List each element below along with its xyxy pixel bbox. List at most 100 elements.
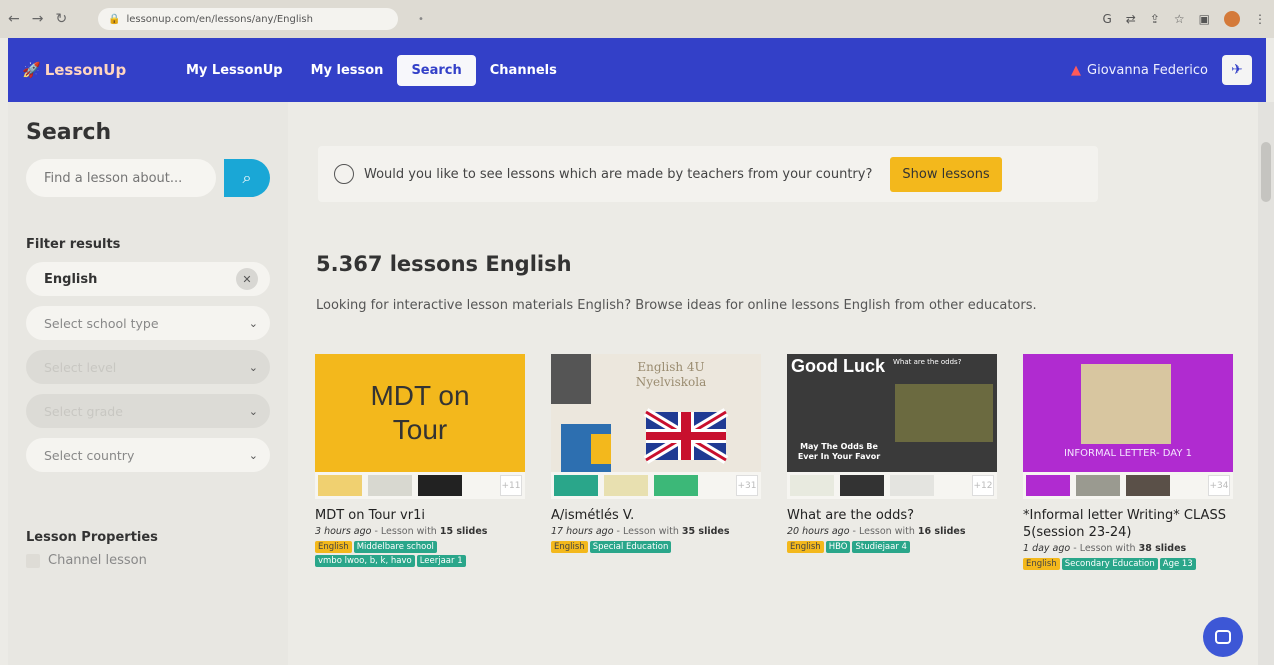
browser-actions: G ⇄ ⇪ ☆ ▣ ⋮: [1102, 11, 1266, 27]
thumbnail-text: Good Luck: [791, 356, 885, 376]
app-navbar: 🚀 LessonUp My LessonUp My lesson Search …: [8, 38, 1266, 102]
address-bar[interactable]: 🔒 lessonup.com/en/lessons/any/English: [98, 8, 398, 30]
more-slides-count: +31: [736, 475, 758, 496]
lesson-thumbnail[interactable]: Good Luck What are the odds? May The Odd…: [787, 354, 997, 472]
slide-preview: [604, 475, 648, 496]
url-text: lessonup.com/en/lessons/any/English: [126, 13, 313, 25]
tag[interactable]: HBO: [825, 541, 851, 553]
channel-lesson-checkbox[interactable]: [26, 553, 40, 568]
country-select[interactable]: Select country ⌄: [26, 438, 270, 472]
tag[interactable]: English: [787, 541, 824, 553]
nav-my-lessonup[interactable]: My LessonUp: [172, 55, 297, 86]
tag[interactable]: Studiejaar 4: [852, 541, 910, 553]
translate-icon[interactable]: ⇄: [1126, 12, 1136, 26]
chat-support-button[interactable]: [1203, 617, 1243, 657]
menu-kebab-icon[interactable]: ⋮: [1254, 12, 1266, 26]
slide-preview: [654, 475, 698, 496]
logo[interactable]: 🚀 LessonUp: [22, 61, 172, 79]
chevron-down-icon: ⌄: [248, 316, 258, 330]
lesson-card[interactable]: English 4U Nyelviskola +31 A/ismétlés V.…: [551, 354, 761, 570]
sidepanel-icon[interactable]: ▣: [1199, 12, 1210, 26]
lesson-time: 17 hours ago: [551, 526, 614, 537]
school-type-select[interactable]: Select school type ⌄: [26, 306, 270, 340]
tag[interactable]: Special Education: [589, 541, 672, 553]
lesson-title[interactable]: MDT on Tour vr1i: [315, 507, 525, 524]
lesson-meta-sep: - Lesson with: [371, 526, 440, 537]
lesson-card[interactable]: MDT on Tour +11 MDT on Tour vr1i 3 hours…: [315, 354, 525, 570]
lesson-slides: 38 slides: [1138, 543, 1187, 554]
slide-preview: [554, 475, 598, 496]
lesson-meta-sep: - Lesson with: [613, 526, 682, 537]
search-row: ⌕: [26, 159, 270, 197]
nav-channels[interactable]: Channels: [476, 55, 571, 86]
profile-avatar[interactable]: [1224, 11, 1240, 27]
channel-lesson-option[interactable]: Channel lesson: [26, 553, 270, 568]
show-lessons-button[interactable]: Show lessons: [890, 156, 1002, 192]
user-menu[interactable]: ▲ Giovanna Federico: [1071, 63, 1208, 78]
remove-filter-icon[interactable]: ✕: [236, 268, 258, 290]
search-button[interactable]: ⌕: [224, 159, 270, 197]
lesson-tags: English HBO Studiejaar 4: [787, 541, 997, 553]
nav-my-lesson[interactable]: My lesson: [297, 55, 398, 86]
lesson-tags: English Special Education: [551, 541, 761, 553]
lesson-meta: 20 hours ago - Lesson with 16 slides: [787, 526, 997, 537]
results-title: 5.367 lessons English: [316, 252, 572, 276]
lesson-thumbnail[interactable]: MDT on Tour: [315, 354, 525, 472]
tag[interactable]: English: [315, 541, 352, 553]
rocket-button[interactable]: ✈: [1222, 55, 1252, 85]
reload-icon[interactable]: ↻: [55, 11, 67, 27]
slide-strip: +12: [787, 472, 997, 499]
thumbnail-text: INFORMAL LETTER- DAY 1: [1063, 448, 1193, 459]
back-icon[interactable]: ←: [8, 11, 20, 27]
nav-search[interactable]: Search: [397, 54, 476, 86]
tag[interactable]: Middelbare school: [353, 541, 437, 553]
search-input[interactable]: [26, 159, 216, 197]
tag[interactable]: Secondary Education: [1061, 558, 1158, 570]
level-label: Select level: [44, 359, 117, 375]
lesson-card[interactable]: Good Luck What are the odds? May The Odd…: [787, 354, 997, 570]
tag[interactable]: Age 13: [1159, 558, 1196, 570]
tag[interactable]: English: [1023, 558, 1060, 570]
school-type-label: Select school type: [44, 315, 159, 331]
lesson-title[interactable]: What are the odds?: [787, 507, 997, 524]
lesson-properties-title: Lesson Properties: [26, 530, 158, 545]
lesson-meta: 3 hours ago - Lesson with 15 slides: [315, 526, 525, 537]
selected-filter-label: English: [44, 271, 98, 287]
bookmark-star-icon[interactable]: ☆: [1174, 12, 1185, 26]
lesson-meta: 1 day ago - Lesson with 38 slides: [1023, 543, 1233, 554]
tag[interactable]: Leerjaar 1: [416, 555, 466, 567]
tag[interactable]: English: [551, 541, 588, 553]
lesson-card[interactable]: INFORMAL LETTER- DAY 1 +34 *Informal let…: [1023, 354, 1233, 570]
grade-label: Select grade: [44, 403, 123, 419]
lesson-title[interactable]: *Informal letter Writing* CLASS 5(sessio…: [1023, 507, 1233, 541]
logo-text: LessonUp: [44, 61, 127, 79]
scrollbar-thumb[interactable]: [1261, 142, 1271, 202]
slide-preview: [890, 475, 934, 496]
slide-preview: [418, 475, 462, 496]
warning-icon: ▲: [1071, 62, 1082, 78]
slide-preview: [318, 475, 362, 496]
meme-photo: [895, 384, 993, 442]
tag[interactable]: vmbo lwoo, b, k, havo: [315, 555, 415, 567]
search-sidebar: Search ⌕ Filter results English ✕ Select…: [8, 102, 288, 665]
rocket-icon: ✈: [1231, 62, 1243, 78]
lesson-thumbnail[interactable]: INFORMAL LETTER- DAY 1: [1023, 354, 1233, 472]
slide-preview: [790, 475, 834, 496]
tab-indicator: •: [418, 13, 424, 25]
rocket-logo-icon: 🚀: [22, 61, 41, 79]
forward-icon[interactable]: →: [32, 11, 44, 27]
more-slides-count: +12: [972, 475, 994, 496]
google-icon[interactable]: G: [1102, 12, 1111, 26]
page-scrollbar[interactable]: [1258, 102, 1274, 665]
letter-paper-illustration: [1081, 364, 1171, 444]
thumbnail-caption: May The Odds Be Ever In Your Favor: [797, 442, 881, 461]
lesson-thumbnail[interactable]: English 4U Nyelviskola: [551, 354, 761, 472]
lesson-title[interactable]: A/ismétlés V.: [551, 507, 761, 524]
selected-filter-english[interactable]: English ✕: [26, 262, 270, 296]
lesson-cards: MDT on Tour +11 MDT on Tour vr1i 3 hours…: [315, 354, 1233, 570]
slide-strip: +11: [315, 472, 525, 499]
share-icon[interactable]: ⇪: [1150, 12, 1160, 26]
slide-preview: [1126, 475, 1170, 496]
slide-preview: [368, 475, 412, 496]
lesson-slides: 16 slides: [917, 526, 966, 537]
